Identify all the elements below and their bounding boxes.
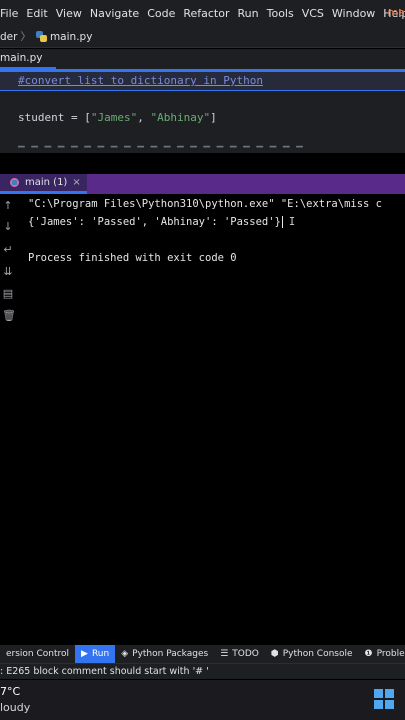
run-tabbar-background bbox=[86, 174, 405, 194]
breadcrumb-file[interactable]: main.py bbox=[50, 31, 92, 43]
packages-icon: ◈ bbox=[121, 649, 129, 659]
python-file-icon bbox=[35, 31, 47, 42]
window-title: ma bbox=[387, 6, 405, 19]
menu-code[interactable]: Code bbox=[147, 7, 175, 20]
status-message: : E265 block comment should start with '… bbox=[0, 666, 209, 677]
run-side-toolbar: ↑ ↓ ↵ ⇊ ▤ 🗑 bbox=[0, 194, 16, 644]
menu-window[interactable]: Window bbox=[332, 7, 375, 20]
python-console-icon: ⬢ bbox=[270, 649, 279, 659]
code-text: student = [ bbox=[18, 111, 91, 124]
code-line-3-clipped: ▔ ▔ ▔ ▔ ▔ ▔ ▔ ▔ ▔ ▔ ▔ ▔ ▔ ▔ ▔ ▔ ▔ ▔ ▔ ▔ … bbox=[18, 146, 303, 153]
console-exit-line: Process finished with exit code 0 bbox=[28, 252, 237, 264]
play-icon: ▶ bbox=[81, 649, 88, 659]
tool-label: Proble bbox=[376, 649, 405, 659]
menu-view[interactable]: View bbox=[56, 7, 82, 20]
code-string: "Abhinay" bbox=[150, 111, 211, 124]
code-text: , bbox=[137, 111, 151, 124]
arrow-down-icon[interactable]: ↓ bbox=[2, 221, 14, 233]
console-output-text: {'James': 'Passed', 'Abhinay': 'Passed'} bbox=[28, 216, 281, 228]
trash-icon[interactable]: 🗑 bbox=[2, 310, 16, 322]
todo-list-icon: ☰ bbox=[220, 649, 229, 659]
tab-main-py[interactable]: main.py bbox=[0, 49, 57, 69]
run-tab-main[interactable]: main (1) × bbox=[0, 174, 87, 194]
status-bar: : E265 block comment should start with '… bbox=[0, 663, 405, 679]
ibeam-cursor-icon: I bbox=[288, 216, 296, 228]
run-tool-header: main (1) × bbox=[0, 174, 405, 194]
tool-version-control[interactable]: ersion Control bbox=[0, 645, 75, 663]
menu-file[interactable]: File bbox=[0, 7, 18, 20]
run-console[interactable]: "C:\Program Files\Python310\python.exe" … bbox=[16, 194, 405, 644]
tool-problems[interactable]: ❶ Proble bbox=[359, 645, 405, 663]
breadcrumb-folder[interactable]: der bbox=[0, 31, 17, 43]
print-icon[interactable]: ▤ bbox=[2, 288, 14, 300]
weather-condition[interactable]: loudy bbox=[0, 701, 30, 714]
tool-label: ersion Control bbox=[6, 649, 70, 659]
tool-window-bar: ersion Control ▶ Run ◈ Python Packages ☰… bbox=[0, 645, 405, 663]
breadcrumb: der 〉 main.py bbox=[0, 26, 405, 48]
menu-refactor[interactable]: Refactor bbox=[183, 7, 229, 20]
code-text: ] bbox=[210, 111, 217, 124]
tab-label: main.py bbox=[0, 52, 43, 64]
close-icon[interactable]: × bbox=[72, 177, 80, 188]
code-line-1: #convert list to dictionary in Python bbox=[18, 74, 263, 87]
menu-bar: File Edit View Navigate Code Refactor Ru… bbox=[0, 0, 405, 26]
run-tab-label: main (1) bbox=[25, 177, 68, 188]
tool-label: TODO bbox=[232, 649, 259, 659]
tool-python-console[interactable]: ⬢ Python Console bbox=[265, 645, 359, 663]
soft-wrap-icon[interactable]: ↵ bbox=[2, 244, 14, 256]
text-caret bbox=[281, 216, 283, 228]
problems-icon: ❶ bbox=[364, 649, 373, 659]
tool-python-packages[interactable]: ◈ Python Packages bbox=[115, 645, 214, 663]
tool-label: Python Packages bbox=[132, 649, 209, 659]
editor-tabs: main.py bbox=[0, 49, 405, 71]
menu-vcs[interactable]: VCS bbox=[302, 7, 324, 20]
menu-run[interactable]: Run bbox=[238, 7, 259, 20]
console-output-line: {'James': 'Passed', 'Abhinay': 'Passed'}… bbox=[28, 216, 295, 228]
arrow-up-icon[interactable]: ↑ bbox=[2, 200, 14, 212]
tool-label: Run bbox=[91, 649, 110, 659]
code-line-2: student = ["James", "Abhinay"] bbox=[18, 111, 217, 124]
menu-edit[interactable]: Edit bbox=[26, 7, 47, 20]
tool-label: Python Console bbox=[282, 649, 353, 659]
menu-navigate[interactable]: Navigate bbox=[90, 7, 139, 20]
menu-tools[interactable]: Tools bbox=[267, 7, 294, 20]
code-editor[interactable]: #convert list to dictionary in Python st… bbox=[0, 71, 405, 153]
code-string: "James" bbox=[90, 111, 138, 124]
console-command-line: "C:\Program Files\Python310\python.exe" … bbox=[28, 198, 383, 210]
python-run-icon bbox=[10, 178, 19, 187]
tool-todo[interactable]: ☰ TODO bbox=[214, 645, 265, 663]
weather-temperature[interactable]: 7°C bbox=[0, 685, 20, 698]
windows-start-icon[interactable] bbox=[374, 689, 394, 709]
tool-run[interactable]: ▶ Run bbox=[75, 645, 116, 663]
scroll-to-end-icon[interactable]: ⇊ bbox=[2, 266, 14, 278]
os-taskbar: 7°C loudy bbox=[0, 680, 405, 720]
code-comment: #convert list to dictionary in Python bbox=[18, 74, 264, 87]
chevron-right-icon: 〉 bbox=[20, 31, 31, 43]
